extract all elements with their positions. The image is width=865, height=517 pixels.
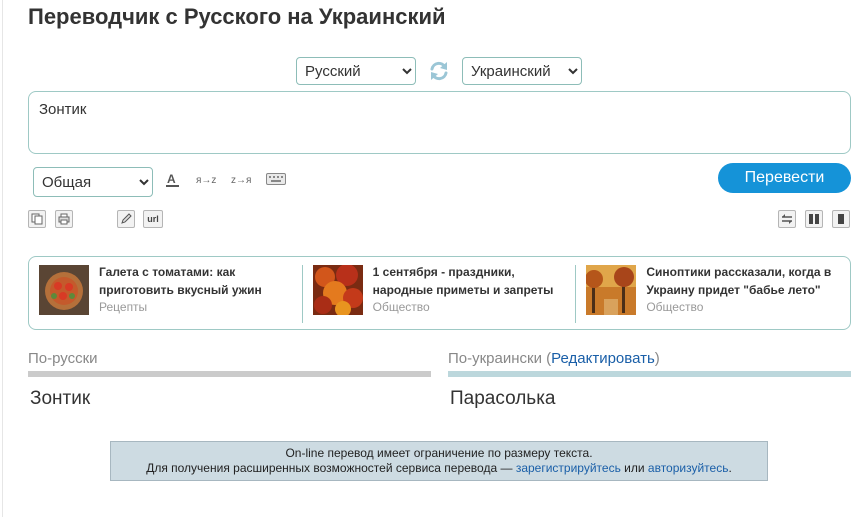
two-columns-icon[interactable] [805,210,823,228]
news-category: Общество [646,300,704,314]
forest-thumbnail [586,265,637,315]
news-category: Рецепты [99,300,148,314]
swap-languages-icon[interactable] [427,59,451,83]
news-title[interactable]: Синоптики рассказали, когда в Украину пр… [646,263,831,299]
news-title[interactable]: 1 сентября - праздники, народные приметы… [373,263,558,299]
news-item[interactable]: 1 сентября - праздники, народные приметы… [303,257,577,329]
translation-result-text: Парасолька [450,388,556,409]
source-result-text: Зонтик [30,388,91,409]
news-item[interactable]: Галета с томатами: как приготовить вкусн… [29,257,303,329]
translit-ya-z-button[interactable]: я→z [196,174,216,188]
target-column-bar [448,371,851,377]
layout-swap-icon[interactable] [778,210,796,228]
target-column-label: По-украински [448,350,542,367]
news-title[interactable]: Галета с томатами: как приготовить вкусн… [99,263,284,299]
print-icon[interactable] [55,210,73,228]
notice-or: или [620,461,648,475]
notice-line-1: On-line перевод имеет ограничение по раз… [285,446,593,460]
translit-z-ya-button[interactable]: z→я [231,174,251,188]
target-column-heading: По-украински (Редактировать) [448,350,660,367]
source-column-bar [28,371,431,377]
keyboard-icon[interactable] [266,173,286,190]
news-strip: Галета с томатами: как приготовить вкусн… [28,256,851,330]
limit-notice: On-line перевод имеет ограничение по раз… [110,441,768,481]
notice-line-2: Для получения расширенных возможностей с… [111,461,767,476]
edit-pencil-icon[interactable] [117,210,135,228]
one-column-icon[interactable] [832,210,850,228]
news-category: Общество [372,300,430,314]
target-language-select[interactable]: Украинский [462,57,582,85]
source-language-select[interactable]: Русский [296,57,416,85]
register-link[interactable]: зарегистрируйтесь [516,461,621,475]
edit-translation-link[interactable]: Редактировать [551,350,655,367]
source-column-heading: По-русски [28,350,98,367]
page-title: Переводчик с Русского на Украинский [28,4,446,29]
edit-paren-close: ) [654,350,660,367]
page-left-border [2,0,3,517]
autumn-leaves-thumbnail [312,265,363,315]
food-thumbnail [39,265,89,315]
login-link[interactable]: авторизуйтесь [648,461,729,475]
url-label: url [147,214,159,224]
copy-icon[interactable] [28,210,46,228]
font-color-icon[interactable]: A [166,172,180,193]
source-text-input[interactable]: Зонтик [28,91,851,154]
notice-prefix: Для получения расширенных возможностей с… [146,461,516,475]
notice-period: . [728,461,732,475]
url-button[interactable]: url [143,210,163,228]
translate-button[interactable]: Перевести [718,163,851,193]
svg-text:A: A [167,172,176,186]
news-item[interactable]: Синоптики рассказали, когда в Украину пр… [576,257,850,329]
topic-select[interactable]: Общая [33,167,153,197]
